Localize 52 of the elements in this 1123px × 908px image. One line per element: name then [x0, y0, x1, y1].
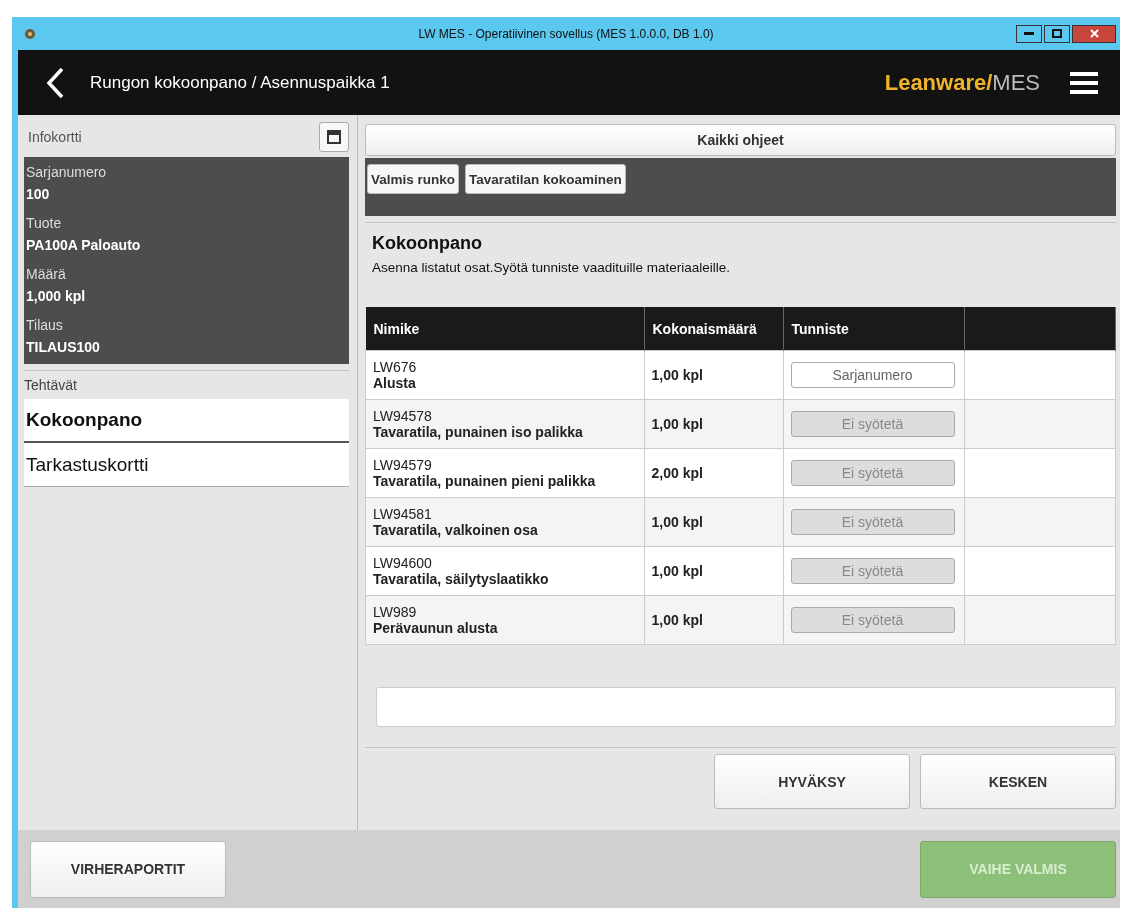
- menu-icon[interactable]: [1070, 71, 1098, 94]
- section-title: Tehtävät: [24, 377, 78, 393]
- panel-title: Infokortti: [28, 129, 82, 145]
- table-cell: LW94578 Tavaratila, punainen iso palikka: [365, 399, 644, 449]
- table-cell: 1,00 kpl: [644, 595, 783, 645]
- action-button[interactable]: HYVÄKSY: [714, 754, 910, 809]
- back-button[interactable]: [46, 66, 64, 99]
- instruction-button[interactable]: Valmis runko: [367, 164, 460, 194]
- table-cell: LW989 Perävaunun alusta: [365, 595, 644, 645]
- maximize-icon: [327, 130, 341, 144]
- page-title: Rungon kokoonpano / Asennuspaikka 1: [90, 72, 390, 93]
- close-button[interactable]: [1072, 24, 1116, 43]
- task-item[interactable]: Tarkastuskortti: [24, 443, 349, 487]
- field-value: TILAUS100: [26, 338, 101, 357]
- table-cell: LW94600 Tavaratila, säilytyslaatikko: [365, 546, 644, 596]
- minimize-icon: [1024, 32, 1034, 35]
- close-icon: [1089, 29, 1099, 38]
- column-header: Kokonaismäärä: [644, 307, 783, 351]
- field-label: Tilaus: [26, 316, 64, 335]
- table-cell: 1,00 kpl: [644, 497, 783, 547]
- minimize-button[interactable]: [1016, 24, 1042, 43]
- field-value: 1,000 kpl: [26, 287, 87, 306]
- error-reports-button[interactable]: VIRHERAPORTIT: [30, 840, 226, 898]
- step-title: Kokoonpano: [372, 233, 483, 254]
- field-value: 100: [26, 185, 51, 204]
- table-cell: LW94579 Tavaratila, punainen pieni palikka: [365, 448, 644, 498]
- action-button[interactable]: KESKEN: [920, 754, 1116, 809]
- window-title: LW MES - Operatiivinen sovellus (MES 1.0.0.0, DB 1.0): [418, 26, 714, 41]
- app-icon: [24, 27, 36, 40]
- table-cell: LW676 Alusta: [365, 350, 644, 400]
- column-header: Tunniste: [783, 307, 964, 351]
- field-label: Määrä: [26, 265, 67, 284]
- table-cell: 2,00 kpl: [644, 448, 783, 498]
- field-label: Tuote: [26, 214, 63, 233]
- maximize-button[interactable]: [1044, 24, 1070, 43]
- instruction-button[interactable]: Tavaratilan kokoaminen: [465, 164, 626, 194]
- table-cell: LW94581 Tavaratila, valkoinen osa: [365, 497, 644, 547]
- field-label: Sarjanumero: [26, 163, 108, 182]
- identifier-field[interactable]: Sarjanumero: [790, 362, 955, 388]
- all-instructions-button[interactable]: Kaikki ohjeet: [365, 124, 1116, 156]
- brand-logo: Leanware/: [884, 69, 993, 96]
- input-field[interactable]: [376, 687, 1116, 727]
- table-cell: 1,00 kpl: [644, 350, 783, 400]
- maximize-button[interactable]: [319, 122, 349, 152]
- task-item[interactable]: Kokoonpano: [24, 399, 349, 443]
- field-value: PA100A Paloauto: [26, 236, 142, 255]
- table-cell: 1,00 kpl: [644, 546, 783, 596]
- table-cell: 1,00 kpl: [644, 399, 783, 449]
- brand-suffix: MES: [992, 69, 1040, 96]
- column-header: Nimike: [365, 307, 644, 351]
- step-description: Asenna listatut osat.Syötä tunniste vaadituille materiaaleille.: [372, 260, 731, 275]
- maximize-icon: [1052, 29, 1062, 38]
